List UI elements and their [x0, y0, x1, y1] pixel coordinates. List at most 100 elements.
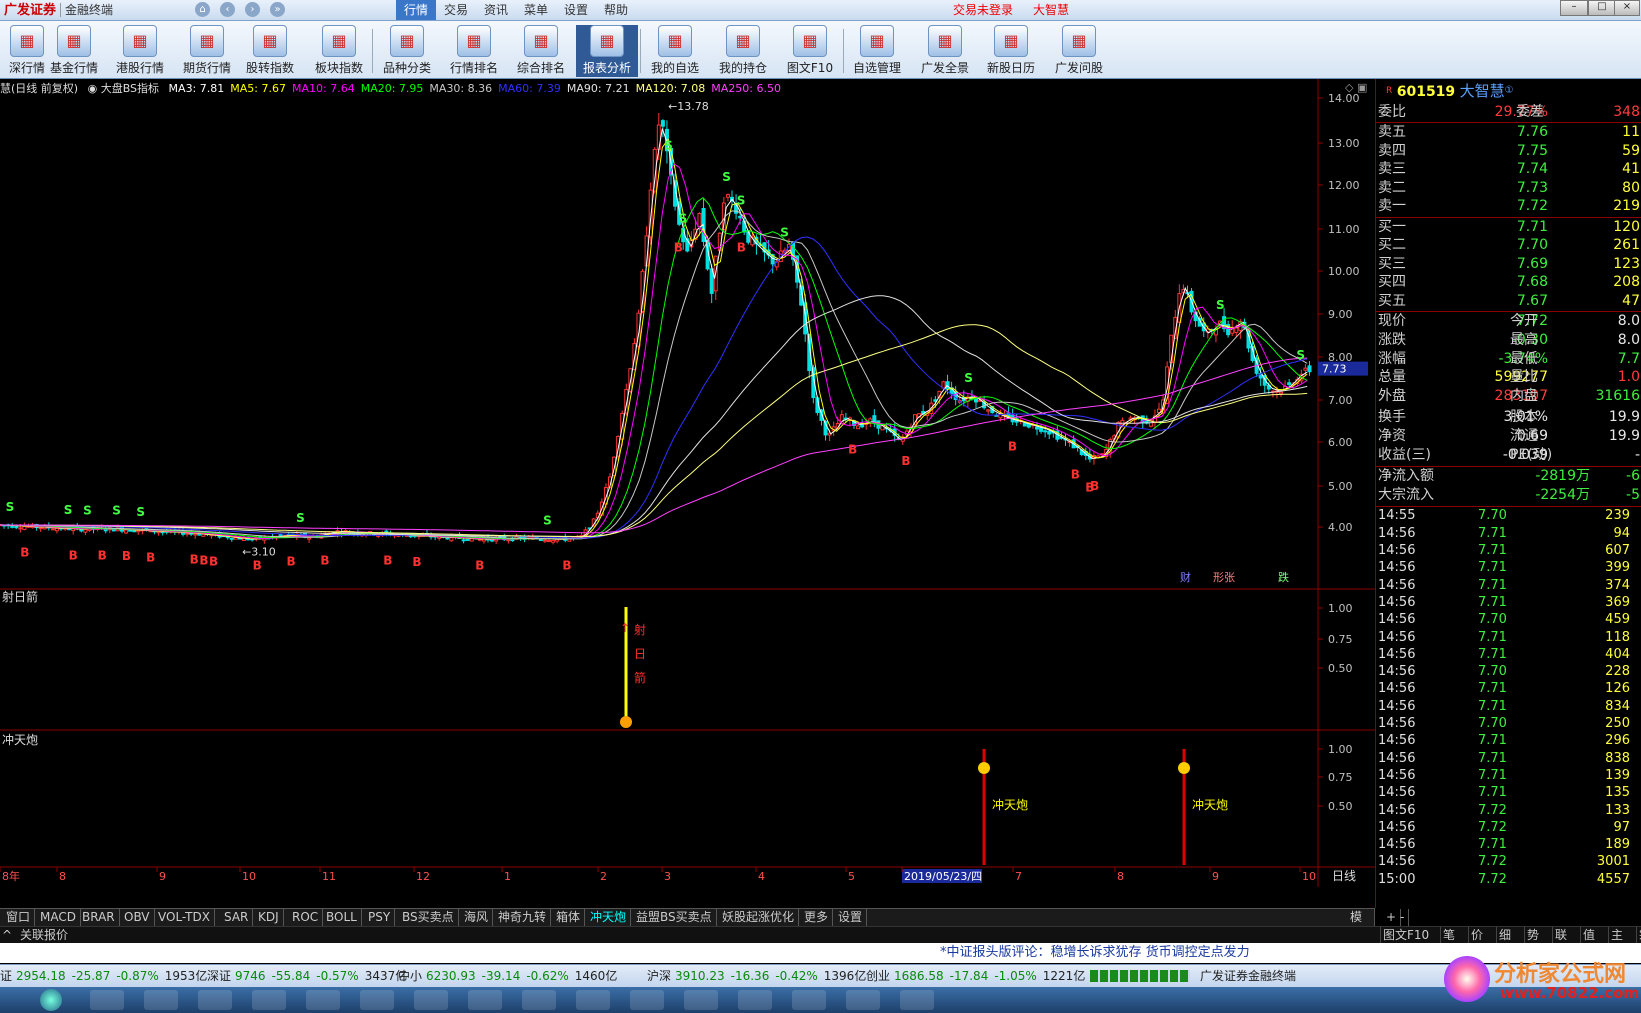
toolbar-button-6[interactable]: ▦ 品种分类 — [376, 25, 438, 77]
news-ticker[interactable]: *中证报头版评论：稳增长诉求犹存 货币调控定点发力 — [940, 943, 1250, 963]
indicator-tab-5[interactable]: SAR — [220, 909, 254, 926]
kline-chart-svg[interactable]: 14.0013.0012.0011.0010.009.008.007.006.0… — [0, 79, 1375, 908]
index-item[interactable]: 深证 9746 -55.84 -0.57% 3437亿 — [207, 965, 407, 987]
toolbar-button-12[interactable]: ▦ 图文F10 — [779, 25, 841, 77]
index-item[interactable]: 沪深 3910.23 -16.36 -0.42% 1396亿 — [647, 965, 866, 987]
taskbar-app-icon[interactable] — [576, 990, 610, 1010]
indicator-tab-2[interactable]: BRAR — [78, 909, 120, 926]
trade-status[interactable]: 交易未登录 — [953, 0, 1013, 20]
event-flag[interactable]: 形张 — [1213, 571, 1235, 584]
indicator-tab-7[interactable]: ROC — [288, 909, 324, 926]
bid-row[interactable]: 买二 7.70 261 — [1378, 236, 1640, 255]
toolbar-button-10[interactable]: ▦ 我的自选 — [644, 25, 706, 77]
back-icon[interactable]: ‹ — [220, 2, 235, 17]
taskbar-app-icon[interactable] — [360, 990, 394, 1010]
template-tab-0[interactable]: 模板 — [1346, 909, 1375, 941]
home-icon[interactable]: ⌂ — [195, 2, 210, 17]
indicator-tab-3[interactable]: OBV — [120, 909, 155, 926]
index-item[interactable]: 创业 1686.58 -17.84 -1.05% 1221亿 — [866, 965, 1085, 987]
collapse-icon[interactable]: » — [270, 2, 285, 17]
toolbar-button-16[interactable]: ▦ 广发问股 — [1048, 25, 1110, 77]
toolbar-button-2[interactable]: ▦ 港股行情 — [109, 25, 171, 77]
toolbar-button-5[interactable]: ▦ 板块指数 — [308, 25, 370, 77]
indicator-tab-0[interactable]: 窗口 — [2, 909, 36, 926]
taskbar-app-icon[interactable] — [684, 990, 718, 1010]
ask-row[interactable]: 卖三 7.74 41 — [1378, 160, 1640, 179]
taskbar-app-icon[interactable] — [252, 990, 286, 1010]
bid-row[interactable]: 买四 7.68 208 — [1378, 273, 1640, 292]
period-label[interactable]: 日线 — [1332, 869, 1356, 883]
event-flag[interactable]: 跌 — [1278, 570, 1289, 584]
indicator-tab-18[interactable]: 设置 — [834, 909, 868, 926]
bid-row[interactable]: 买三 7.69 123 — [1378, 255, 1640, 274]
taskbar-app-icon[interactable] — [306, 990, 340, 1010]
chart-area[interactable]: 14.00 13.00 12.00 11.00 10.00 9.00 8.00 7.00 6.0… — [0, 79, 1375, 908]
taskbar-app-icon[interactable] — [846, 990, 880, 1010]
taskbar-app-icon[interactable] — [144, 990, 178, 1010]
forward-icon[interactable]: › — [245, 2, 260, 17]
toolbar-button-13[interactable]: ▦ 自选管理 — [846, 25, 908, 77]
taskbar-app-icon[interactable] — [468, 990, 502, 1010]
indicator-tab-11[interactable]: 海风 — [460, 909, 494, 926]
taskbar-app-icon[interactable] — [792, 990, 826, 1010]
close-button[interactable]: × — [1614, 0, 1640, 16]
taskbar-app-icon[interactable] — [738, 990, 772, 1010]
indicator-tab-9[interactable]: PSY — [364, 909, 396, 926]
menu-5[interactable]: 帮助 — [596, 0, 636, 20]
toolbar-button-1[interactable]: ▦ 基金行情 — [43, 25, 105, 77]
indicator-tab-12[interactable]: 神奇九转 — [494, 909, 552, 926]
menu-2[interactable]: 资讯 — [476, 0, 516, 20]
template-tab-2[interactable]: - — [1396, 909, 1410, 926]
indicator-name[interactable]: 大盘BS指标 — [101, 82, 159, 95]
menu-1[interactable]: 交易 — [436, 0, 476, 20]
indicator-tab-15[interactable]: 益盟BS买卖点 — [632, 909, 717, 926]
toolbar-button-15[interactable]: ▦ 新股日历 — [980, 25, 1042, 77]
indicator-tab-17[interactable]: 更多 — [800, 909, 834, 926]
indicator-tab-8[interactable]: BOLL — [322, 909, 362, 926]
indicator-tab-4[interactable]: VOL-TDX — [154, 909, 215, 926]
taskbar-app-icon[interactable] — [90, 990, 124, 1010]
quote-tab-7[interactable]: 主 — [1608, 927, 1625, 943]
menu-3[interactable]: 菜单 — [516, 0, 556, 20]
ask-row[interactable]: 卖一 7.72 219 — [1378, 197, 1640, 216]
menu-4[interactable]: 设置 — [556, 0, 596, 20]
toolbar-button-7[interactable]: ▦ 行情排名 — [443, 25, 505, 77]
taskbar-app-icon[interactable] — [522, 990, 556, 1010]
quote-tab-8[interactable]: 筹 — [1636, 927, 1641, 943]
minimize-button[interactable]: – — [1560, 0, 1588, 16]
toolbar-button-14[interactable]: ▦ 广发全景 — [914, 25, 976, 77]
ask-row[interactable]: 卖二 7.73 80 — [1378, 179, 1640, 198]
indicator-tab-1[interactable]: MACD — [36, 909, 81, 926]
menu-0[interactable]: 行情 — [396, 0, 437, 20]
quote-tab-3[interactable]: 细 — [1496, 927, 1513, 943]
quote-tab-5[interactable]: 联 — [1552, 927, 1569, 943]
quote-tab-1[interactable]: 笔 — [1440, 927, 1457, 943]
indicator-tab-10[interactable]: BS买卖点 — [398, 909, 459, 926]
quote-tab-2[interactable]: 价 — [1468, 927, 1485, 943]
quote-tab-4[interactable]: 势 — [1524, 927, 1541, 943]
index-item[interactable]: 中小 6230.93 -39.14 -0.62% 1460亿 — [398, 965, 617, 987]
ask-row[interactable]: 卖四 7.75 59 — [1378, 142, 1640, 161]
taskbar-app-icon[interactable] — [630, 990, 664, 1010]
indicator-toggle-icon[interactable]: ◉ — [88, 82, 98, 95]
bid-row[interactable]: 买一 7.71 120 — [1378, 218, 1640, 237]
taskbar-app-icon[interactable] — [198, 990, 232, 1010]
toolbar-button-4[interactable]: ▦ 股转指数 — [239, 25, 301, 77]
taskbar-app-icon[interactable] — [900, 990, 934, 1010]
indicator-tab-16[interactable]: 妖股起涨优化 — [718, 909, 800, 926]
bid-row[interactable]: 买五 7.67 47 — [1378, 292, 1640, 311]
taskbar-app-icon[interactable] — [414, 990, 448, 1010]
index-item[interactable]: 证 2954.18 -25.87 -0.87% 1953亿 — [0, 965, 207, 987]
chart-settings-icon[interactable]: ◇ ▣ — [1345, 81, 1367, 94]
event-flag[interactable]: 财 — [1180, 570, 1191, 584]
expand-icon[interactable]: ^ — [2, 927, 12, 943]
quote-tab-0[interactable]: 图文F10 — [1380, 927, 1431, 943]
indicator-tab-14[interactable]: 冲天炮 — [586, 909, 632, 926]
toolbar-button-3[interactable]: ▦ 期货行情 — [176, 25, 238, 77]
ask-row[interactable]: 卖五 7.76 11 — [1378, 123, 1640, 142]
start-icon[interactable] — [40, 989, 62, 1011]
toolbar-button-9[interactable]: ▦ 报表分析 — [576, 25, 638, 77]
maximize-button[interactable]: □ — [1588, 0, 1616, 16]
toolbar-button-11[interactable]: ▦ 我的持仓 — [712, 25, 774, 77]
indicator-tab-13[interactable]: 箱体 — [552, 909, 586, 926]
